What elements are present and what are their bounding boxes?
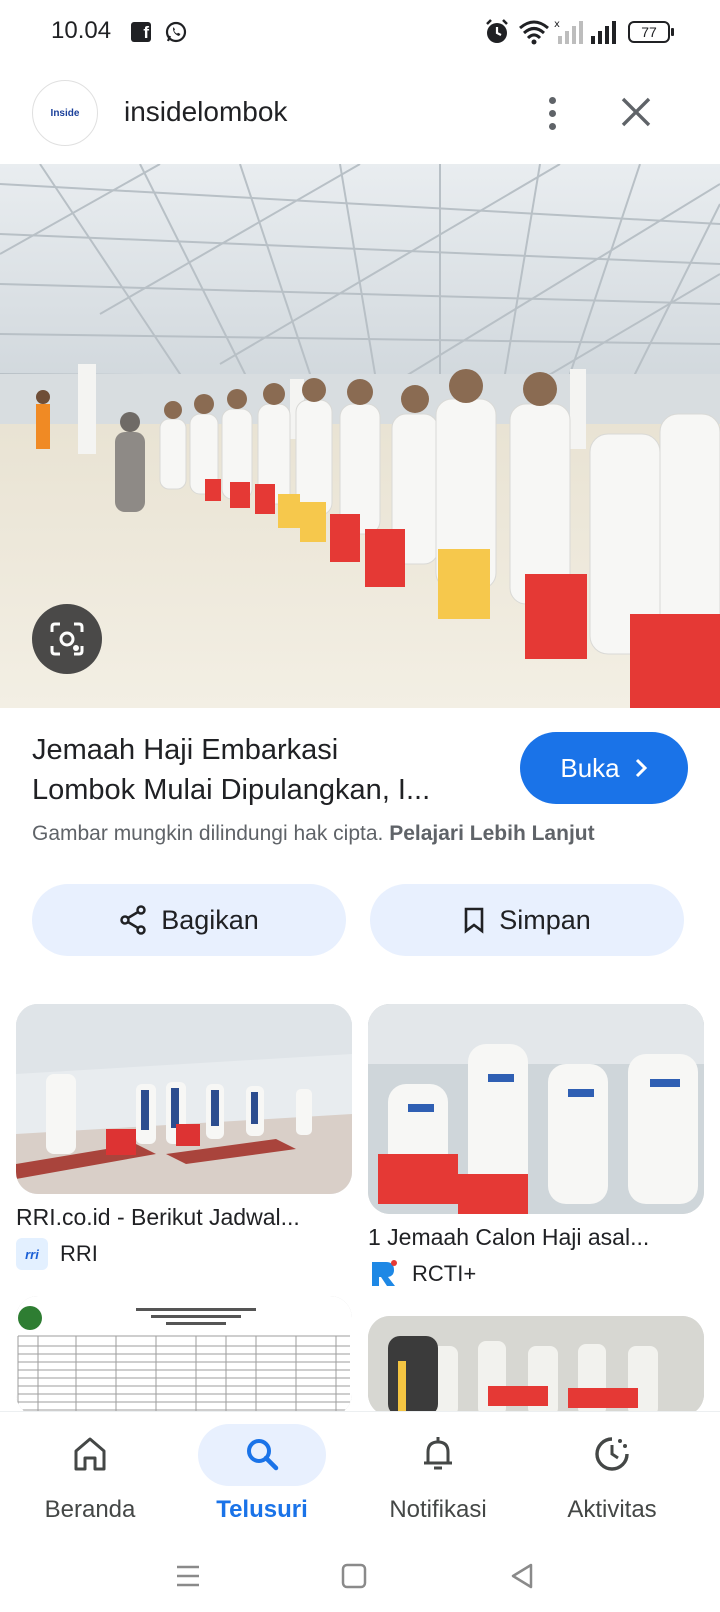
activity-icon [595, 1437, 629, 1471]
home-icon [74, 1437, 106, 1471]
source-name[interactable]: insidelombok [124, 96, 287, 128]
related-image-3-graphic [16, 1296, 352, 1416]
alarm-icon [486, 19, 508, 43]
learn-more-link[interactable]: Pelajari Lebih Lanjut [389, 822, 594, 845]
related-title-2[interactable]: 1 Jemaah Calon Haji asal... [368, 1224, 649, 1251]
result-title-line2: Lombok Mulai Dipulangkan, I... [32, 774, 431, 806]
nav-label-notifikasi: Notifikasi [389, 1496, 487, 1523]
result-title-line1: Jemaah Haji Embarkasi [32, 734, 339, 766]
system-navigation-bar [0, 1540, 720, 1612]
copyright-text: Gambar mungkin dilindungi hak cipta. [32, 822, 384, 845]
related-image-4[interactable] [368, 1316, 704, 1416]
source-logo[interactable]: Inside [32, 80, 98, 146]
lens-icon [50, 622, 84, 656]
nav-notifikasi[interactable]: Notifikasi [348, 1412, 528, 1540]
nav-beranda[interactable]: Beranda [0, 1412, 180, 1540]
facebook-notification-icon: f [131, 22, 151, 42]
save-button[interactable]: Simpan [370, 884, 684, 956]
source-logo-text: Inside [50, 107, 80, 119]
related-source-1-name: RRI [60, 1241, 98, 1266]
svg-text:x: x [554, 19, 560, 30]
nav-telusuri[interactable]: Telusuri [172, 1412, 352, 1540]
lens-search-button[interactable] [32, 604, 102, 674]
related-source-1[interactable]: rri RRI [16, 1238, 98, 1270]
related-image-3[interactable] [16, 1296, 352, 1416]
related-image-4-graphic [368, 1316, 704, 1416]
chevron-right-icon [635, 758, 647, 778]
nav-label-aktivitas: Aktivitas [567, 1496, 657, 1523]
rri-favicon-icon: rri [16, 1238, 48, 1270]
related-title-1[interactable]: RRI.co.id - Berikut Jadwal... [16, 1204, 300, 1231]
result-title[interactable]: Jemaah Haji Embarkasi Lombok Mulai Dipul… [32, 730, 502, 810]
nav-label-telusuri: Telusuri [216, 1496, 308, 1523]
share-button[interactable]: Bagikan [32, 884, 346, 956]
battery-indicator: 77 [628, 21, 674, 43]
save-label: Simpan [499, 904, 591, 935]
related-image-2[interactable] [368, 1004, 704, 1214]
related-source-2-name: RCTI+ [412, 1261, 477, 1286]
wifi-icon [519, 20, 549, 45]
share-icon [120, 905, 146, 935]
recents-menu-icon[interactable] [170, 1558, 206, 1594]
open-button-label: Buka [560, 752, 620, 783]
main-image[interactable] [0, 164, 720, 708]
copyright-notice: Gambar mungkin dilindungi hak cipta. Pel… [32, 822, 595, 846]
whatsapp-notification-icon [165, 21, 187, 43]
viewer-header: Inside insidelombok [0, 68, 720, 164]
related-image-2-graphic [368, 1004, 704, 1214]
bookmark-icon [464, 907, 484, 934]
share-label: Bagikan [161, 904, 259, 935]
related-image-1-graphic [16, 1004, 352, 1194]
search-icon [247, 1439, 279, 1471]
status-bar: 10.04 f x 77 [0, 0, 720, 66]
main-image-graphic [0, 164, 720, 708]
nav-aktivitas[interactable]: Aktivitas [522, 1412, 702, 1540]
back-triangle-icon[interactable] [504, 1558, 540, 1594]
signal-sim1-icon: x [554, 19, 583, 44]
nav-label-beranda: Beranda [44, 1496, 136, 1523]
bell-icon [424, 1437, 452, 1470]
open-button[interactable]: Buka [520, 732, 688, 804]
home-square-icon[interactable] [336, 1558, 372, 1594]
related-image-1[interactable] [16, 1004, 352, 1194]
status-time: 10.04 [51, 17, 112, 44]
rcti-favicon-icon [372, 1260, 397, 1286]
close-icon[interactable] [616, 92, 656, 132]
related-source-2[interactable]: RCTI+ [368, 1258, 476, 1290]
bottom-navigation: Beranda Telusuri Notifikasi Aktivitas [0, 1412, 720, 1540]
signal-sim2-icon [591, 21, 616, 44]
more-options-button[interactable] [532, 90, 572, 136]
